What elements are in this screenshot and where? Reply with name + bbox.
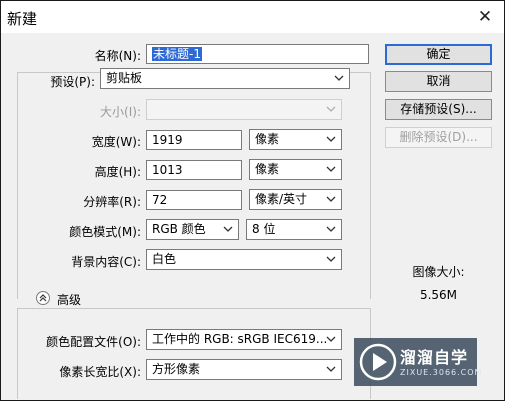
- advanced-toggle[interactable]: [36, 291, 50, 305]
- cancel-button[interactable]: 取消: [385, 71, 492, 92]
- title-bar: 新建 ✕: [1, 1, 504, 33]
- resolution-input[interactable]: 72: [146, 190, 242, 210]
- height-label: 高度(H):: [94, 165, 141, 179]
- resolution-label: 分辨率(R):: [83, 195, 141, 209]
- watermark-logo: 溜溜自学 ZIXUE.3066.COM: [354, 338, 481, 386]
- chevron-down-icon: [326, 136, 336, 142]
- height-unit-value: 像素: [255, 162, 280, 176]
- name-input[interactable]: 未标题-1: [146, 44, 369, 64]
- watermark-brand: 溜溜自学: [400, 348, 469, 367]
- background-select[interactable]: 白色: [146, 249, 342, 270]
- width-unit-value: 像素: [255, 132, 280, 146]
- chevron-down-icon: [326, 166, 336, 172]
- background-label: 背景内容(C):: [71, 255, 141, 269]
- save-preset-button[interactable]: 存储预设(S)...: [385, 99, 492, 120]
- height-input[interactable]: 1013: [146, 160, 242, 180]
- size-select: [146, 99, 342, 120]
- width-unit-select[interactable]: 像素: [249, 129, 342, 150]
- resolution-unit-value: 像素/英寸: [255, 192, 308, 206]
- dialog-title: 新建: [7, 10, 38, 28]
- advanced-group-box: [17, 308, 371, 399]
- chevron-down-icon: [326, 196, 336, 202]
- advanced-label: 高级: [57, 293, 82, 307]
- bit-depth-select[interactable]: 8 位: [246, 219, 342, 240]
- watermark-url: ZIXUE.3066.COM: [400, 368, 483, 377]
- close-icon[interactable]: ✕: [474, 6, 496, 28]
- chevron-down-icon: [326, 256, 336, 262]
- resolution-unit-select[interactable]: 像素/英寸: [249, 189, 342, 210]
- preset-value: 剪贴板: [106, 71, 143, 85]
- name-label: 名称(N):: [94, 49, 141, 63]
- new-document-dialog: 新建 ✕ 名称(N): 未标题-1 预设(P): 剪贴板 大小(I): 宽度(W…: [0, 0, 505, 401]
- chevron-down-icon: [326, 336, 336, 342]
- color-mode-select[interactable]: RGB 颜色: [146, 219, 239, 240]
- height-unit-select[interactable]: 像素: [249, 159, 342, 180]
- name-input-value: 未标题-1: [152, 47, 202, 61]
- chevron-down-icon: [334, 75, 344, 81]
- image-size-label: 图像大小:: [412, 265, 465, 279]
- pixel-aspect-select[interactable]: 方形像素: [146, 359, 342, 380]
- chevron-down-icon: [326, 106, 336, 112]
- color-profile-value: 工作中的 RGB: sRGB IEC619...: [152, 332, 328, 346]
- preset-label: 预设(P):: [50, 75, 95, 89]
- chevron-down-icon: [326, 226, 336, 232]
- bit-depth-value: 8 位: [252, 222, 276, 236]
- color-profile-select[interactable]: 工作中的 RGB: sRGB IEC619...: [146, 329, 342, 350]
- width-input[interactable]: 1919: [146, 130, 242, 150]
- double-chevron-up-icon: [39, 294, 47, 302]
- image-size-value: 5.56M: [419, 288, 458, 302]
- background-value: 白色: [152, 252, 177, 266]
- chevron-down-icon: [326, 366, 336, 372]
- pixel-aspect-value: 方形像素: [152, 362, 201, 376]
- width-label: 宽度(W):: [91, 135, 141, 149]
- chevron-down-icon: [223, 226, 233, 232]
- delete-preset-button: 删除预设(D)...: [385, 127, 492, 148]
- preset-select[interactable]: 剪贴板: [100, 68, 350, 89]
- pixel-aspect-label: 像素长宽比(X):: [59, 365, 141, 379]
- color-mode-label: 颜色模式(M):: [69, 225, 141, 239]
- size-label: 大小(I):: [100, 105, 141, 119]
- ok-button[interactable]: 确定: [385, 44, 492, 65]
- color-mode-value: RGB 颜色: [152, 222, 206, 236]
- color-profile-label: 颜色配置文件(O):: [46, 335, 141, 349]
